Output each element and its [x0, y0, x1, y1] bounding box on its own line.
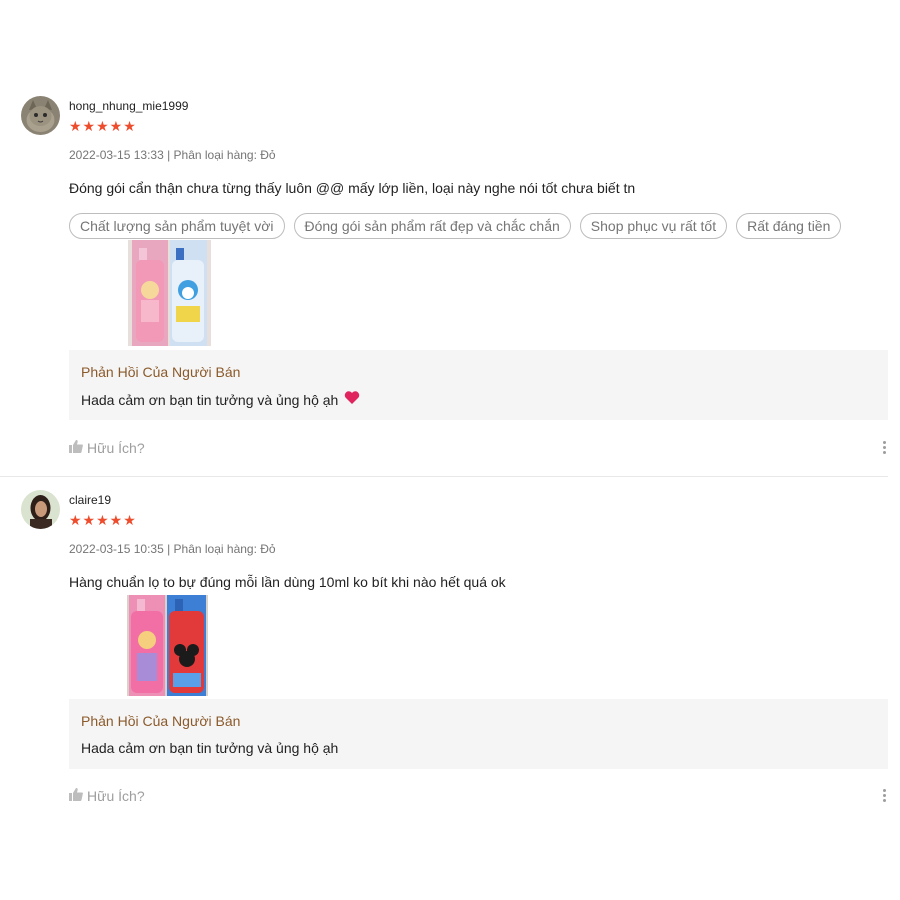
more-options-icon[interactable]	[882, 441, 888, 456]
review-photo[interactable]	[128, 240, 211, 346]
review-photo[interactable]	[127, 595, 208, 696]
review-content: Đóng gói cẩn thận chưa từng thấy luôn @@…	[69, 180, 636, 196]
review-tag: Đóng gói sản phẩm rất đẹp và chắc chắn	[293, 213, 571, 239]
review-item: claire19 ★★★★★ 2022-03-15 10:35 | Phân l…	[0, 490, 888, 820]
thumbs-up-icon	[69, 440, 83, 456]
seller-reply-text: Hada cảm ơn bạn tin tưởng và ủng hộ ạh	[81, 391, 339, 408]
seller-reply: Phản Hồi Của Người Bán Hada cảm ơn bạn t…	[69, 350, 888, 420]
seller-reply-text: Hada cảm ơn bạn tin tưởng và ủng hộ ạh	[81, 740, 339, 756]
helpful-button[interactable]: Hữu Ích?	[69, 788, 145, 804]
star-rating: ★★★★★	[69, 118, 137, 134]
username[interactable]: claire19	[69, 493, 111, 507]
review-tag: Chất lượng sản phẩm tuyệt vời	[69, 213, 285, 239]
seller-reply-text-row: Hada cảm ơn bạn tin tưởng và ủng hộ ạh	[81, 391, 360, 408]
review-tags: Chất lượng sản phẩm tuyệt vời Đóng gói s…	[69, 213, 842, 239]
review-date-variant: 2022-03-15 13:33 | Phân loại hàng: Đỏ	[69, 148, 276, 162]
portrait-avatar-icon[interactable]	[21, 490, 60, 529]
heart-icon	[344, 391, 360, 408]
more-options-icon[interactable]	[882, 789, 888, 804]
seller-reply-title: Phản Hồi Của Người Bán	[81, 364, 241, 380]
thumbs-up-icon	[69, 788, 83, 804]
review-tag: Shop phục vụ rất tốt	[579, 213, 728, 239]
username[interactable]: hong_nhung_mie1999	[69, 99, 188, 113]
cat-avatar-icon[interactable]	[21, 96, 60, 135]
review-content: Hàng chuẩn lọ to bự đúng mỗi lần dùng 10…	[69, 574, 506, 590]
review-date-variant: 2022-03-15 10:35 | Phân loại hàng: Đỏ	[69, 542, 276, 556]
seller-reply: Phản Hồi Của Người Bán Hada cảm ơn bạn t…	[69, 699, 888, 769]
seller-reply-text-row: Hada cảm ơn bạn tin tưởng và ủng hộ ạh	[81, 740, 338, 756]
helpful-label: Hữu Ích?	[87, 788, 145, 804]
helpful-button[interactable]: Hữu Ích?	[69, 440, 145, 456]
review-tag: Rất đáng tiền	[736, 213, 842, 239]
helpful-label: Hữu Ích?	[87, 440, 145, 456]
star-rating: ★★★★★	[69, 512, 137, 528]
seller-reply-title: Phản Hồi Của Người Bán	[81, 713, 241, 729]
review-item: hong_nhung_mie1999 ★★★★★ 2022-03-15 13:3…	[0, 96, 888, 477]
